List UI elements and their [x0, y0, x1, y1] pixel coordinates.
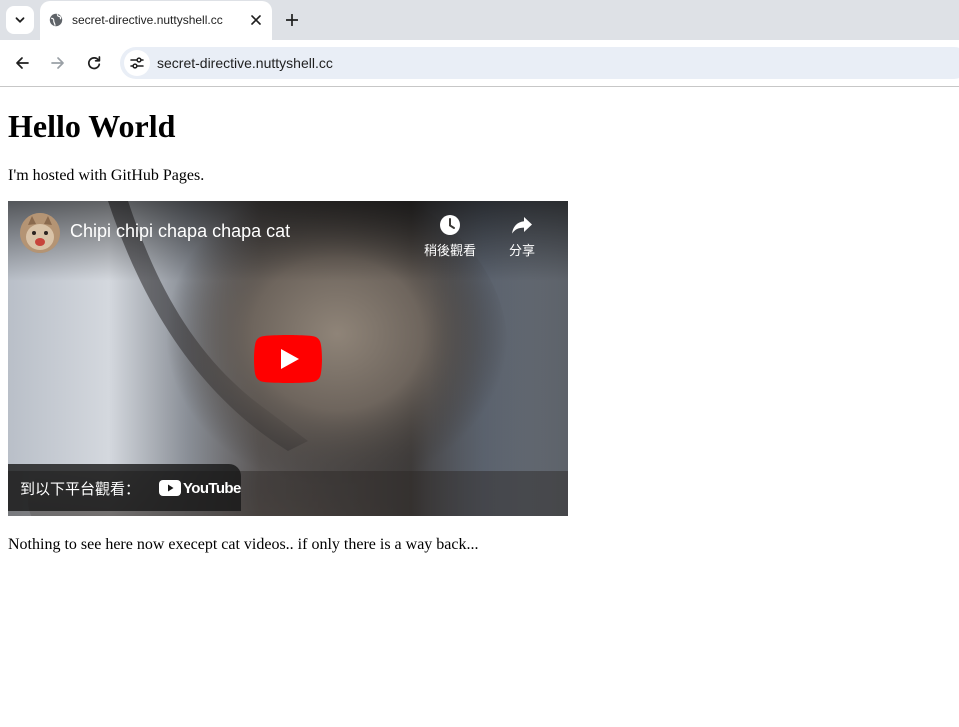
- cat-avatar-icon: [20, 213, 60, 253]
- clock-icon: [440, 215, 460, 235]
- reload-button[interactable]: [82, 51, 106, 75]
- tab-strip: secret-directive.nuttyshell.cc: [0, 0, 959, 40]
- footer-paragraph: Nothing to see here now execept cat vide…: [8, 536, 479, 553]
- share-label: 分享: [508, 244, 535, 259]
- youtube-logo-text: YouTube: [183, 479, 241, 497]
- page-title: Hello World: [8, 108, 176, 144]
- forward-button[interactable]: [46, 51, 70, 75]
- chevron-down-icon: [15, 17, 25, 23]
- browser-toolbar: secret-directive.nuttyshell.cc: [0, 40, 959, 86]
- watch-later-button[interactable]: 稍後觀看: [418, 213, 482, 259]
- back-button[interactable]: [10, 51, 34, 75]
- url-text[interactable]: secret-directive.nuttyshell.cc: [157, 55, 333, 71]
- share-button[interactable]: 分享: [490, 213, 554, 259]
- tab-active[interactable]: secret-directive.nuttyshell.cc: [40, 1, 272, 40]
- plus-icon: [286, 14, 298, 26]
- arrow-left-icon: [16, 57, 29, 69]
- new-tab-button[interactable]: [282, 10, 302, 30]
- globe-icon: [49, 13, 63, 27]
- tab-close-button[interactable]: [247, 11, 265, 29]
- watch-on-youtube-button[interactable]: 到以下平台觀看： YouTube: [8, 464, 241, 511]
- youtube-embed[interactable]: Chipi chipi chapa chapa cat 稍後觀看 分享 到以下平…: [8, 201, 568, 516]
- tab-title: secret-directive.nuttyshell.cc: [72, 13, 223, 27]
- intro-paragraph: I'm hosted with GitHub Pages.: [8, 167, 205, 184]
- watch-on-label: 到以下平台觀看：: [20, 480, 141, 498]
- reload-icon: [88, 56, 101, 70]
- share-icon: [512, 217, 532, 234]
- play-button[interactable]: [254, 335, 322, 383]
- youtube-play-logo-icon: [159, 480, 181, 496]
- close-icon: [251, 15, 261, 25]
- video-title[interactable]: Chipi chipi chapa chapa cat: [70, 221, 290, 242]
- tune-icon: [130, 57, 144, 69]
- address-bar[interactable]: secret-directive.nuttyshell.cc: [120, 47, 959, 79]
- tab-search-button[interactable]: [6, 6, 34, 34]
- site-info-button[interactable]: [124, 50, 150, 76]
- page-content: Hello World I'm hosted with GitHub Pages…: [0, 87, 959, 727]
- channel-avatar[interactable]: [20, 213, 60, 253]
- watch-later-label: 稍後觀看: [423, 244, 476, 259]
- youtube-logo: YouTube: [159, 479, 241, 497]
- arrow-right-icon: [51, 57, 64, 69]
